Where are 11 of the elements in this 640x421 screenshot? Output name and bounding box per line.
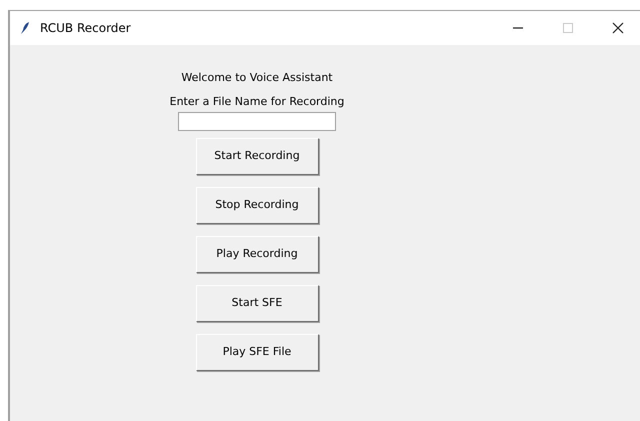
action-button[interactable]: Stop Recording [196, 187, 318, 224]
feather-icon [20, 21, 30, 35]
window-title: RCUB Recorder [40, 20, 131, 37]
action-button[interactable]: Play SFE File [196, 334, 318, 371]
action-button[interactable]: Play Recording [196, 236, 318, 273]
action-button[interactable]: Start Recording [196, 138, 318, 175]
close-icon[interactable] [612, 22, 624, 34]
file-name-field[interactable] [178, 112, 336, 131]
prompt-label: Enter a File Name for Recording [170, 94, 344, 110]
prompt-label: Welcome to Voice Assistant [181, 70, 333, 86]
action-button[interactable]: Start SFE [196, 285, 318, 322]
